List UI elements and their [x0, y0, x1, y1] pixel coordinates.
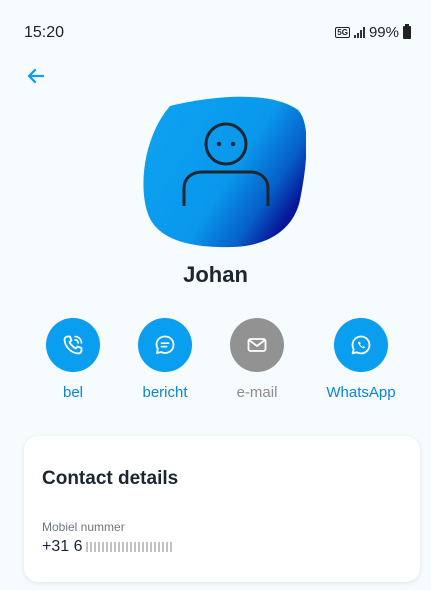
message-button[interactable]: bericht	[120, 318, 210, 401]
redacted-digits	[86, 541, 173, 552]
chat-icon	[155, 335, 175, 354]
contact-details-card: Contact details Mobiel nummer +31 6	[24, 436, 420, 582]
status-indicators: 5G 99%	[335, 24, 411, 41]
person-icon	[143, 96, 307, 248]
email-label[interactable]: e-mail	[212, 384, 302, 401]
contact-name: Johan	[183, 262, 248, 287]
whatsapp-button[interactable]: WhatsApp	[316, 318, 406, 401]
status-time: 15:20	[24, 24, 65, 41]
mobile-number-prefix: +31 6	[42, 538, 83, 555]
mobile-number-value[interactable]: +31 6	[42, 538, 173, 556]
status-bar: 15:20 5G 99%	[0, 0, 431, 66]
contact-actions: bel bericht e-mail WhatsApp	[0, 318, 431, 408]
battery-level: 99%	[368, 24, 399, 41]
email-circle[interactable]	[230, 318, 284, 372]
contact-details-title: Contact details	[42, 468, 179, 489]
mail-icon	[247, 338, 267, 352]
whatsapp-label[interactable]: WhatsApp	[316, 384, 406, 401]
back-button[interactable]	[24, 64, 48, 88]
call-label[interactable]: bel	[28, 384, 118, 401]
mobile-number-label: Mobiel nummer	[42, 520, 125, 534]
whatsapp-icon	[351, 335, 371, 355]
call-circle[interactable]	[46, 318, 100, 372]
call-button[interactable]: bel	[28, 318, 118, 401]
message-label[interactable]: bericht	[120, 384, 210, 401]
avatar	[140, 96, 307, 248]
signal-icon	[353, 27, 365, 38]
phone-icon	[63, 335, 83, 355]
arrow-left-icon	[28, 69, 44, 83]
message-circle[interactable]	[138, 318, 192, 372]
whatsapp-circle[interactable]	[334, 318, 388, 372]
email-button[interactable]: e-mail	[212, 318, 302, 401]
battery-icon	[403, 24, 411, 39]
network-badge: 5G	[335, 27, 350, 38]
